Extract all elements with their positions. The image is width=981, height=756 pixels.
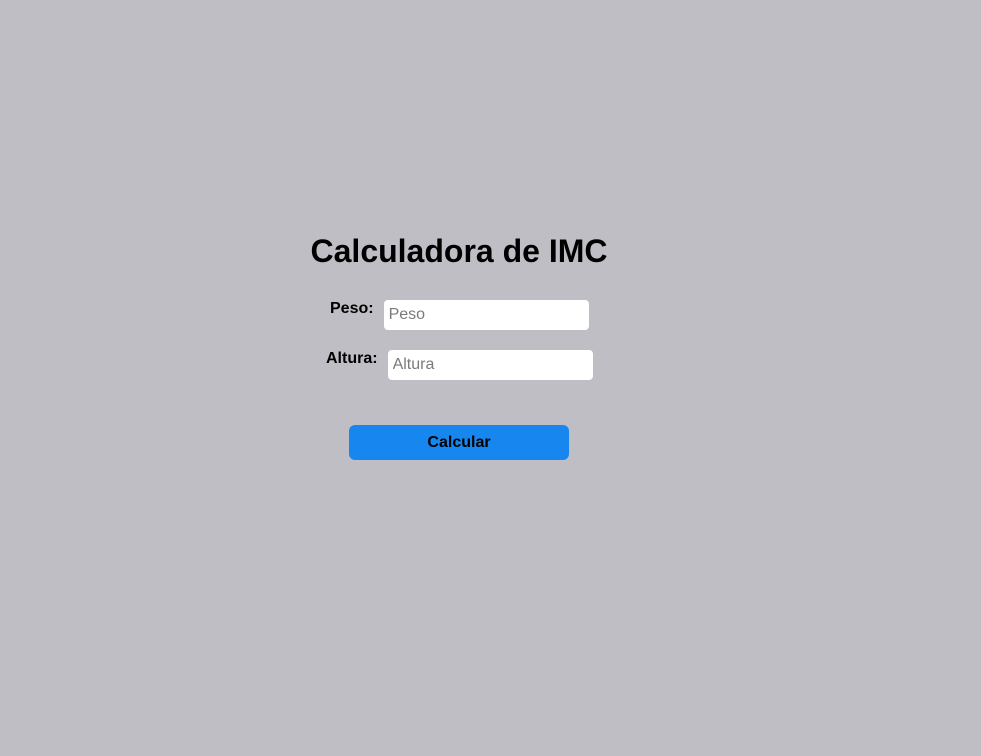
calcular-button[interactable]: Calcular [349,425,569,460]
peso-input[interactable] [383,300,589,330]
altura-row: Altura: [326,350,593,380]
peso-label: Peso: [330,300,374,317]
altura-label: Altura: [326,350,378,367]
altura-input[interactable] [387,350,593,380]
peso-row: Peso: [330,300,589,330]
page-title: Calculadora de IMC [310,233,608,269]
imc-calculator-page: Calculadora de IMC Peso: Altura: Calcula… [0,0,981,756]
